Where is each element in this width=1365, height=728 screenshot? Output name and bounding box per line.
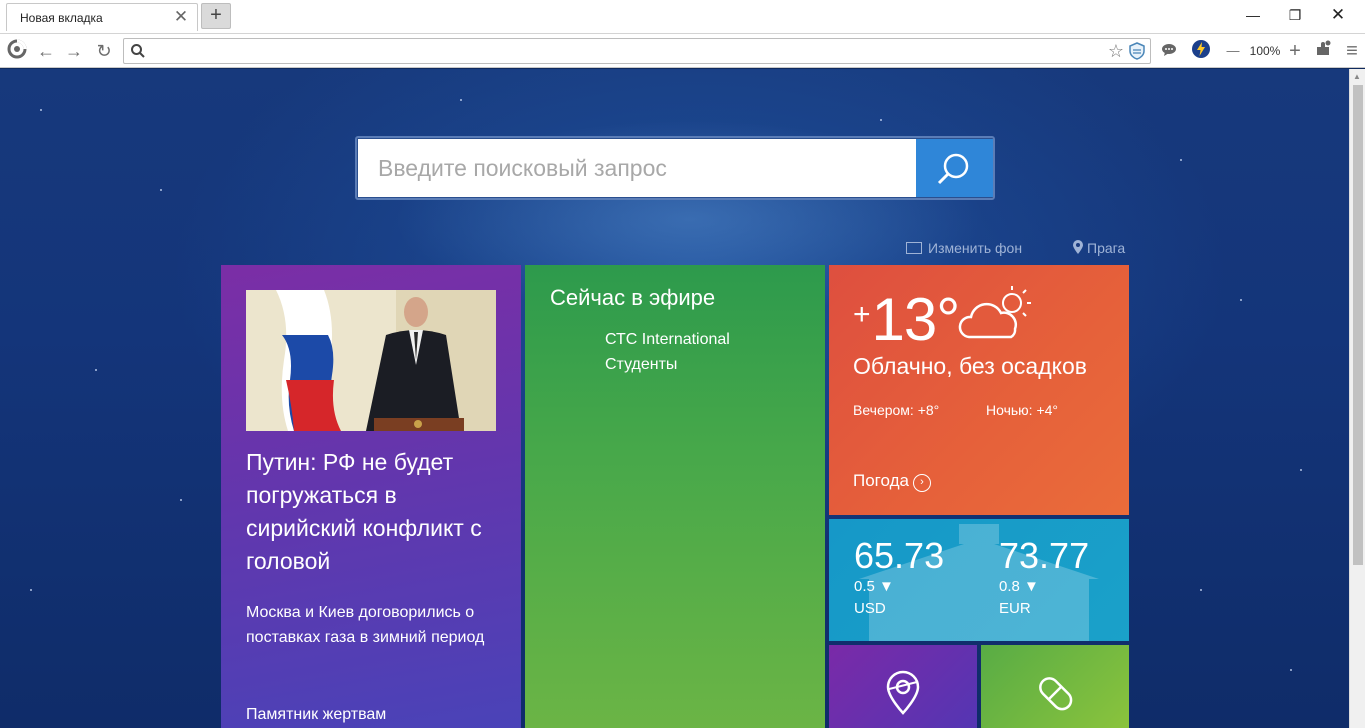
background-star [460,99,462,101]
background-star [40,109,42,111]
close-window-button[interactable]: ✕ [1318,4,1358,26]
search-icon [131,44,145,58]
tab-new-tab[interactable]: Новая вкладка ✕ [6,3,198,31]
menu-icon[interactable]: ≡ [1340,39,1364,63]
city-link[interactable]: Прага [1073,240,1125,256]
health-tile[interactable] [981,645,1129,728]
pill-icon [1039,677,1073,711]
new-tab-page: Изменить фон Прага Путин: [0,69,1349,728]
new-tab-button[interactable]: + [201,3,231,29]
lightning-icon[interactable] [1189,39,1213,63]
background-star [1180,159,1182,161]
background-star [160,189,162,191]
shield-icon[interactable] [1128,42,1146,60]
search-icon [937,153,969,185]
currency-value: 65.73 [854,535,945,576]
currency-name: EUR [999,600,1031,617]
weather-link-label: Погода [853,471,909,490]
weather-sign: + [853,298,871,331]
zoom-in-button[interactable]: + [1283,39,1307,63]
tv-program[interactable]: Студенты [605,356,677,374]
forward-button[interactable]: → [62,39,86,63]
currency-usd[interactable]: 65.73 0.5 ▼ USD [854,536,944,620]
background-star [30,589,32,591]
city-label: Прага [1087,240,1126,256]
back-button[interactable]: ← [34,39,58,63]
currency-tile[interactable]: 65.73 0.5 ▼ USD 73.77 0.8 ▼ EUR [829,519,1129,641]
change-background-link[interactable]: Изменить фон [906,240,1022,256]
arrow-right-icon: › [912,474,931,492]
restore-button[interactable]: ❐ [1275,4,1315,26]
news-tile[interactable]: Путин: РФ не будет погружаться в сирийск… [221,265,521,728]
tv-tile[interactable]: Сейчас в эфире СТС International Студент… [525,265,825,728]
search-box [355,136,995,200]
weather-temp-value: 13° [871,286,961,353]
tab-strip: Новая вкладка ✕ + — ❐ ✕ [0,0,1365,34]
map-pin-icon [886,670,920,715]
weather-description: Облачно, без осадков [853,353,1087,379]
address-input[interactable] [150,42,1100,60]
zoom-out-button[interactable]: — [1221,39,1245,63]
browser-logo-icon[interactable] [5,39,29,63]
search-button[interactable] [916,139,993,197]
search-input[interactable] [358,139,916,197]
map-tile[interactable] [829,645,977,728]
currency-name: USD [854,600,886,617]
news-photo[interactable] [246,290,496,431]
star-icon[interactable]: ☆ [1108,40,1124,62]
weather-evening: Вечером: +8° [853,402,940,418]
background-star [95,369,97,371]
scroll-up-arrow[interactable]: ▲ [1353,72,1361,81]
currency-eur[interactable]: 73.77 0.8 ▼ EUR [999,536,1089,620]
news-item[interactable]: Памятник жертвам [246,702,508,727]
minimize-button[interactable]: — [1233,4,1273,26]
image-icon [906,242,922,254]
background-star [1240,299,1242,301]
zoom-level: 100% [1249,44,1281,58]
extensions-icon[interactable] [1311,39,1335,63]
background-star [1300,469,1302,471]
change-background-label: Изменить фон [928,240,1023,256]
background-star [1290,669,1292,671]
tv-channel[interactable]: СТС International [605,331,730,349]
location-pin-icon [1073,240,1083,254]
weather-night: Ночью: +4° [986,402,1059,418]
background-star [180,499,182,501]
chat-icon[interactable] [1157,39,1181,63]
cloud-sun-icon [958,286,1031,339]
news-headline[interactable]: Путин: РФ не будет погружаться в сирийск… [246,446,508,578]
nav-bar: ← → ↻ ☆ — 100% + ≡ [0,34,1365,68]
currency-change: 0.8 ▼ [999,578,1039,595]
tab-close-icon[interactable]: ✕ [173,8,189,26]
currency-change: 0.5 ▼ [854,578,894,595]
address-bar[interactable]: ☆ [123,38,1151,64]
weather-tile[interactable]: +13° Облачно, без осадков Вечером: +8° Н… [829,265,1129,515]
tv-title: Сейчас в эфире [550,285,716,310]
scroll-thumb[interactable] [1353,85,1363,565]
weather-temperature: +13° [853,285,961,354]
reload-button[interactable]: ↻ [92,39,116,63]
tab-title: Новая вкладка [20,11,103,25]
background-star [880,119,882,121]
currency-value: 73.77 [999,535,1090,576]
weather-link[interactable]: Погода › [853,471,931,492]
page-scrollbar[interactable]: ▲ [1349,69,1365,728]
background-star [1200,589,1202,591]
news-item[interactable]: Москва и Киев договорились о поставках г… [246,600,508,650]
